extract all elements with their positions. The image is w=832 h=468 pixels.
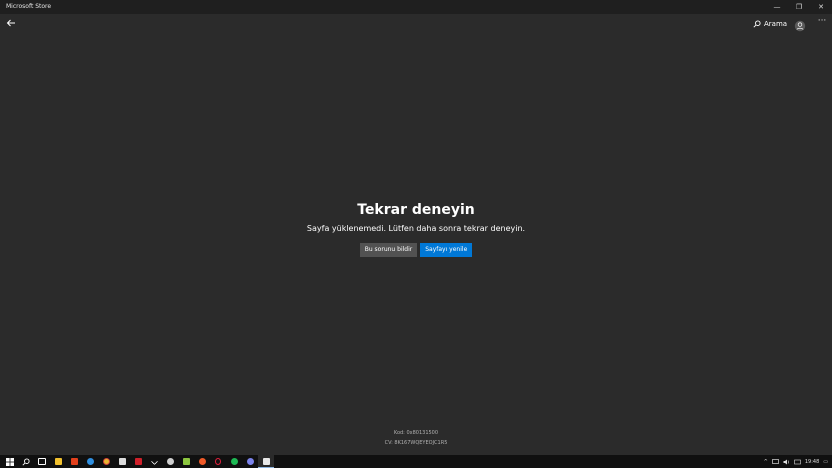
search-label: Arama	[764, 20, 788, 28]
app-arrow-icon[interactable]	[146, 455, 162, 468]
report-problem-button[interactable]: Bu sorunu bildir	[359, 243, 418, 257]
app-settings-icon[interactable]	[162, 455, 178, 468]
chrome-icon[interactable]	[98, 455, 114, 468]
back-button[interactable]	[4, 16, 18, 30]
notification-icon[interactable]: ▭	[823, 459, 828, 465]
restore-button[interactable]: ❐	[788, 0, 810, 14]
system-tray: ^ 19:48 ▭	[764, 455, 828, 468]
network-icon[interactable]	[771, 458, 779, 465]
app-green-icon[interactable]	[178, 455, 194, 468]
app-red-icon[interactable]	[130, 455, 146, 468]
error-code: Kod: 0x80131500	[393, 430, 439, 436]
window-controls: — ❐ ✕	[766, 0, 832, 14]
mail-icon[interactable]	[114, 455, 130, 468]
app-purple-icon[interactable]	[242, 455, 258, 468]
office-icon[interactable]	[66, 455, 82, 468]
file-explorer-icon[interactable]	[50, 455, 66, 468]
task-view-icon[interactable]	[34, 455, 50, 468]
account-button[interactable]	[794, 17, 806, 32]
start-icon[interactable]	[2, 455, 18, 468]
refresh-page-button[interactable]: Sayfayı yenile	[420, 243, 473, 257]
back-arrow-icon	[6, 19, 15, 27]
store-icon[interactable]	[258, 455, 274, 468]
title-bar: Microsoft Store — ❐ ✕	[0, 0, 832, 14]
error-message: Sayfa yüklenemedi. Lütfen daha sonra tek…	[306, 224, 526, 233]
minimize-button[interactable]: —	[766, 0, 788, 14]
app-title: Microsoft Store	[6, 3, 52, 10]
correlation-vector: CV: 8K167WQEYEOJC1R5	[384, 440, 448, 446]
clock[interactable]: 19:48	[805, 459, 819, 465]
app-orange-icon[interactable]	[194, 455, 210, 468]
error-heading: Tekrar deneyin	[357, 202, 475, 218]
error-codes: Kod: 0x80131500 CV: 8K167WQEYEOJC1R5	[0, 428, 832, 448]
keyboard-icon[interactable]	[794, 459, 801, 465]
close-button[interactable]: ✕	[810, 0, 832, 14]
tray-chevron-icon[interactable]: ^	[764, 459, 768, 465]
taskbar: ^ 19:48 ▭	[0, 455, 832, 468]
nav-bar: Arama ···	[0, 14, 832, 34]
avatar-icon	[794, 20, 806, 32]
search-button[interactable]: Arama	[753, 18, 787, 30]
app-opera-icon[interactable]	[210, 455, 226, 468]
error-actions: Bu sorunu bildir Sayfayı yenile	[0, 243, 832, 257]
volume-icon[interactable]	[783, 459, 790, 465]
error-panel: Tekrar deneyin Sayfa yüklenemedi. Lütfen…	[0, 201, 832, 257]
search-icon	[753, 20, 761, 28]
edge-icon[interactable]	[82, 455, 98, 468]
spotify-icon[interactable]	[226, 455, 242, 468]
search-icon[interactable]	[18, 455, 34, 468]
more-options-button[interactable]: ···	[815, 15, 829, 29]
taskbar-icons	[2, 455, 274, 468]
